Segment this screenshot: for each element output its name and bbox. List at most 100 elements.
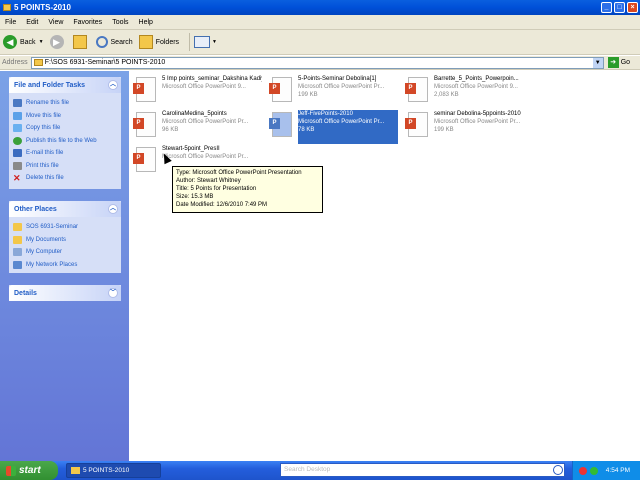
tooltip-date-modified: Date Modified: 12/6/2010 7:49 PM xyxy=(176,202,268,208)
start-button[interactable]: start xyxy=(0,461,58,480)
go-arrow-icon: ➜ xyxy=(607,57,619,68)
tooltip-title: Title: 5 Points for Presentation xyxy=(176,186,257,192)
go-button[interactable]: ➜ Go xyxy=(607,57,631,68)
file-item[interactable]: P CarolinaMedina_5points Microsoft Office… xyxy=(133,110,263,144)
task-move[interactable]: Move this file xyxy=(13,110,117,123)
file-item[interactable]: P 5 Imp points_seminar_Dakshina Kadiyala… xyxy=(133,75,263,109)
folder-icon xyxy=(13,223,22,232)
expand-chevron-icon[interactable]: ﹀ xyxy=(108,288,118,298)
powerpoint-file-icon: P xyxy=(133,147,158,175)
taskbar-window-button[interactable]: 5 POINTS-2010 xyxy=(66,463,161,478)
menu-view[interactable]: View xyxy=(43,19,68,26)
up-folder-button[interactable] xyxy=(72,35,90,49)
move-icon xyxy=(13,111,22,120)
collapse-chevron-icon[interactable]: ︿ xyxy=(108,204,118,214)
task-publish[interactable]: Publish this file to the Web xyxy=(13,135,117,148)
search-icon[interactable] xyxy=(553,465,563,475)
back-label: Back xyxy=(20,38,36,46)
views-dropdown-icon: ▼ xyxy=(212,39,217,45)
close-button[interactable]: × xyxy=(627,2,638,13)
menu-tools[interactable]: Tools xyxy=(107,19,133,26)
powerpoint-file-icon: P xyxy=(405,112,430,140)
file-item[interactable]: P 5-Points-Seminar Debolina[1] Microsoft … xyxy=(269,75,399,109)
panel-header[interactable]: Other Places ︿ xyxy=(9,201,121,217)
back-dropdown-icon[interactable]: ▼ xyxy=(39,39,44,45)
file-type: Microsoft Office PowerPoint Pr... xyxy=(434,119,521,125)
search-button[interactable]: Search xyxy=(95,36,133,48)
address-field[interactable]: F:\SOS 6931-Seminar\5 POINTS-2010 ▼ xyxy=(30,56,604,69)
task-rename[interactable]: Rename this file xyxy=(13,97,117,110)
menu-edit[interactable]: Edit xyxy=(21,19,43,26)
views-icon xyxy=(194,36,211,48)
rename-icon xyxy=(13,99,22,108)
place-seminar-folder[interactable]: SOS 6931-Seminar xyxy=(13,221,117,234)
menu-favorites[interactable]: Favorites xyxy=(68,19,107,26)
menu-help[interactable]: Help xyxy=(134,19,158,26)
panel-title: Details xyxy=(14,289,37,297)
place-my-computer[interactable]: My Computer xyxy=(13,246,117,259)
powerpoint-file-icon: P xyxy=(133,77,158,105)
file-type: Microsoft Office PowerPoint Pr... xyxy=(298,84,385,90)
email-icon xyxy=(13,149,22,158)
tray-network-icon[interactable] xyxy=(589,466,598,475)
powerpoint-file-icon: P xyxy=(269,77,294,105)
file-name: Stewart-5point_PresII xyxy=(162,146,220,152)
file-size: 2,083 KB xyxy=(434,92,459,98)
toolbar-separator xyxy=(189,33,191,51)
clock[interactable]: 4:54 PM xyxy=(606,467,630,474)
forward-arrow-icon: ▶ xyxy=(49,35,64,49)
address-dropdown-button[interactable]: ▼ xyxy=(592,57,603,68)
documents-folder-icon xyxy=(13,235,22,244)
network-icon xyxy=(13,260,22,269)
tray-app-icon[interactable] xyxy=(578,466,587,475)
minimize-button[interactable]: _ xyxy=(601,2,612,13)
panel-title: Other Places xyxy=(14,205,57,213)
forward-button[interactable]: ▶ xyxy=(49,35,67,49)
desktop-search-input[interactable]: Search Desktop xyxy=(280,463,565,477)
back-arrow-icon: ◀ xyxy=(3,35,17,49)
folders-icon xyxy=(138,35,153,49)
file-type: Microsoft Office PowerPoint Pr... xyxy=(298,119,385,125)
menu-bar: File Edit View Favorites Tools Help xyxy=(0,15,640,30)
file-item-selected[interactable]: P Jeff-FivePoints-2010 Microsoft Office P… xyxy=(269,110,399,144)
place-my-network[interactable]: My Network Places xyxy=(13,259,117,272)
task-delete[interactable]: ✕ Delete this file xyxy=(13,172,117,185)
folder-icon xyxy=(3,4,11,11)
file-size: 199 KB xyxy=(434,127,454,133)
file-name: CarolinaMedina_5points xyxy=(162,111,227,117)
go-label: Go xyxy=(620,59,631,66)
file-item[interactable]: P Barrette_5_Points_Powerpoin... Microsof… xyxy=(405,75,535,109)
file-list: P 5 Imp points_seminar_Dakshina Kadiyala… xyxy=(129,71,640,461)
panel-header[interactable]: File and Folder Tasks ︿ xyxy=(9,77,121,93)
file-item[interactable]: P seminar Debolina-5ppoints-2010 Microsof… xyxy=(405,110,535,144)
up-folder-icon xyxy=(72,35,87,49)
printer-icon xyxy=(13,161,22,170)
menu-file[interactable]: File xyxy=(0,19,21,26)
window-title: 5 POINTS-2010 xyxy=(14,3,71,12)
task-pane: File and Folder Tasks ︿ Rename this file… xyxy=(0,71,129,461)
task-print[interactable]: Print this file xyxy=(13,160,117,173)
collapse-chevron-icon[interactable]: ︿ xyxy=(108,80,118,90)
place-my-documents[interactable]: My Documents xyxy=(13,234,117,247)
toolbar: ◀ Back ▼ ▶ Search Folders ▼ xyxy=(0,30,640,55)
powerpoint-file-icon: P xyxy=(133,112,158,140)
folders-button[interactable]: Folders xyxy=(138,35,179,49)
file-size: 199 KB xyxy=(298,92,318,98)
task-copy[interactable]: Copy this file xyxy=(13,122,117,135)
details-panel: Details ﹀ xyxy=(9,285,121,301)
search-label: Search xyxy=(110,38,133,46)
file-name: seminar Debolina-5ppoints-2010 xyxy=(434,111,521,117)
tooltip-author: Author: Stewart Whitney xyxy=(176,178,241,184)
file-name: Jeff-FivePoints-2010 xyxy=(298,111,353,117)
windows-logo-icon xyxy=(6,465,16,476)
back-button[interactable]: ◀ Back ▼ xyxy=(3,35,44,49)
globe-icon xyxy=(13,136,22,145)
views-button[interactable]: ▼ xyxy=(194,36,217,48)
powerpoint-file-icon: P xyxy=(269,112,294,140)
maximize-button[interactable]: □ xyxy=(614,2,625,13)
panel-header[interactable]: Details ﹀ xyxy=(9,285,121,301)
task-email[interactable]: E-mail this file xyxy=(13,147,117,160)
address-bar: Address F:\SOS 6931-Seminar\5 POINTS-201… xyxy=(0,56,640,70)
other-places-panel: Other Places ︿ SOS 6931-Seminar My Docum… xyxy=(9,201,121,273)
tooltip-type: Type: Microsoft Office PowerPoint Presen… xyxy=(176,170,302,176)
